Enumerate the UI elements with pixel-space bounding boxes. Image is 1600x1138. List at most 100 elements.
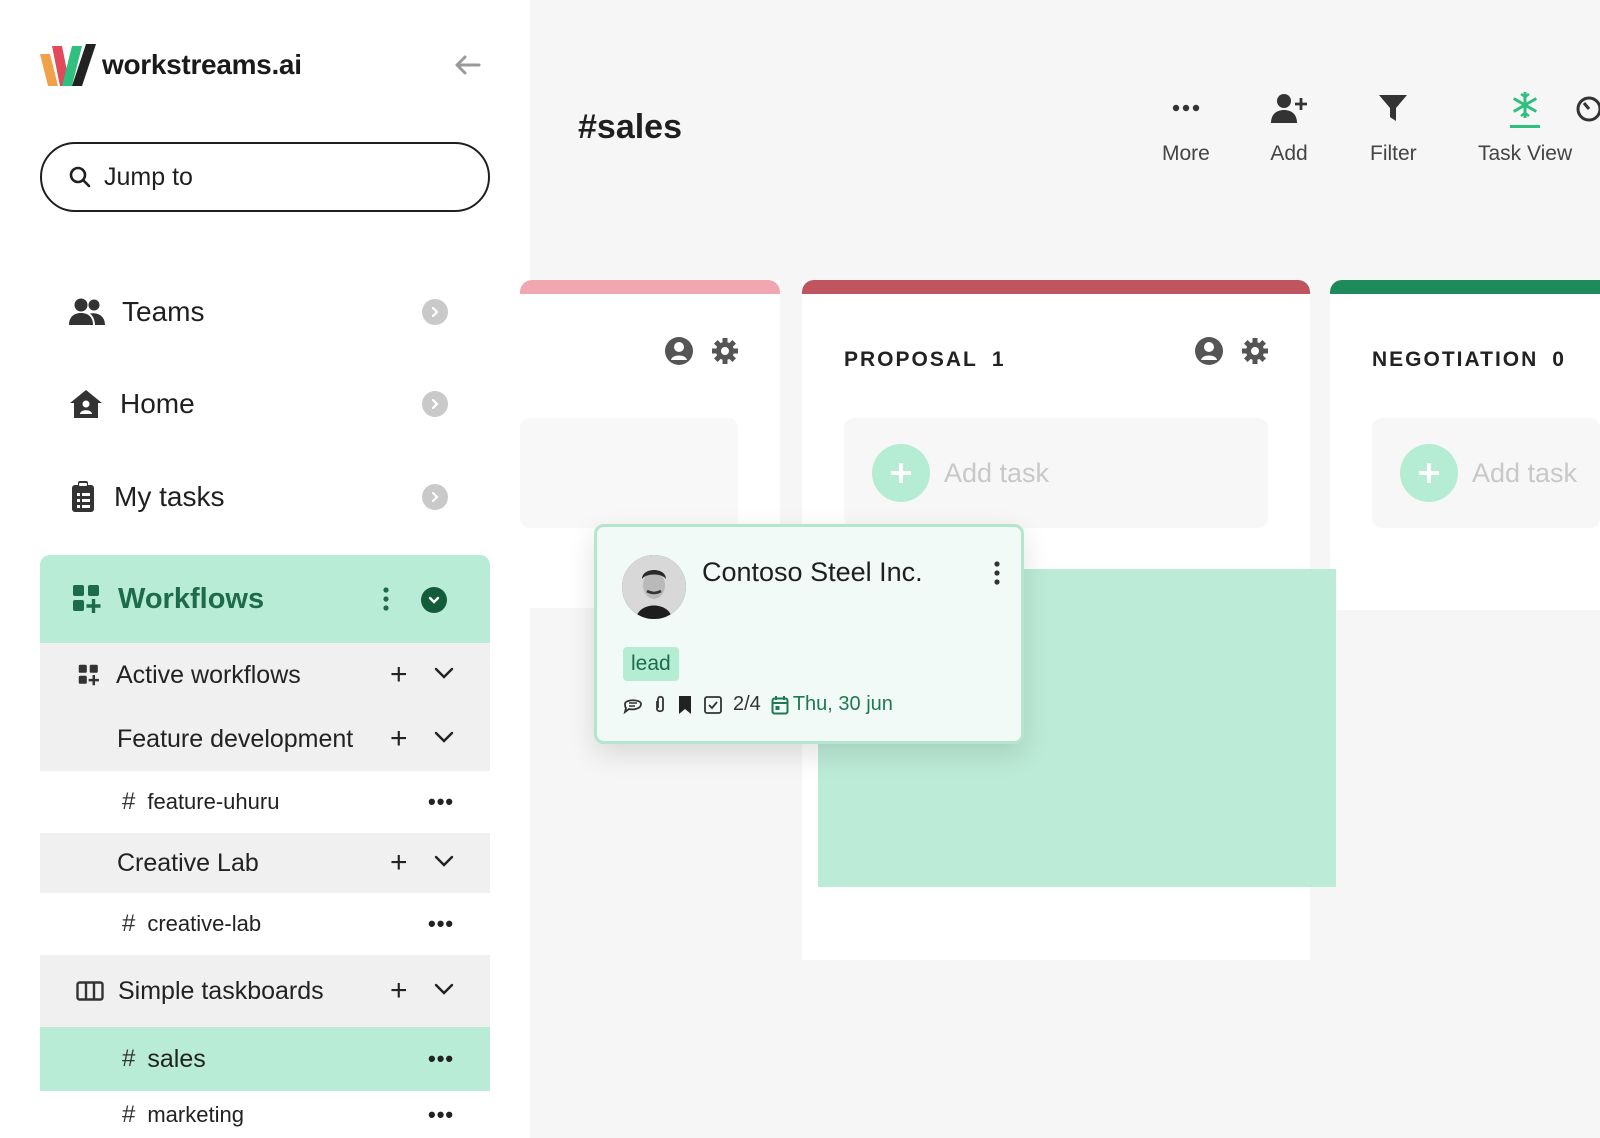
group-active-workflows[interactable]: Active workflows +: [40, 643, 490, 707]
page-title: #sales: [578, 108, 682, 146]
more-icon[interactable]: •••: [428, 789, 454, 815]
jump-to-placeholder: Jump to: [104, 162, 193, 191]
toolbar-filter-button[interactable]: Filter: [1370, 88, 1417, 166]
chevron-right-icon[interactable]: [422, 391, 448, 417]
nav-home-label: Home: [120, 388, 195, 419]
jump-to-search[interactable]: Jump to: [40, 142, 490, 212]
more-icon[interactable]: •••: [428, 1102, 454, 1128]
toolbar-more-button[interactable]: More: [1162, 88, 1210, 166]
workflows-grid-icon: [73, 585, 101, 613]
clipboard-icon: [72, 481, 94, 512]
add-icon[interactable]: +: [390, 722, 408, 756]
channel-marketing[interactable]: # marketing •••: [40, 1091, 490, 1138]
add-icon[interactable]: +: [390, 846, 408, 880]
checklist-progress: 2/4: [733, 693, 761, 715]
bookmark-icon: [679, 695, 691, 714]
nav-teams-label: Teams: [122, 296, 205, 327]
group-feature-development[interactable]: Feature development +: [40, 707, 490, 771]
people-icon: [69, 298, 105, 325]
nav-my-tasks-label: My tasks: [114, 481, 225, 512]
home-icon: [70, 390, 102, 418]
channel-feature-uhuru-label: feature-uhuru: [147, 789, 280, 814]
column-count: 1: [991, 348, 1006, 371]
hash-icon: #: [122, 788, 136, 815]
columns-board-icon: [76, 981, 104, 1001]
channel-creative-lab-label: creative-lab: [147, 911, 262, 936]
column-color-bar: [520, 280, 780, 294]
card-meta: 2/4 Thu, 30 jun: [623, 693, 893, 716]
group-creative-lab[interactable]: Creative Lab +: [40, 833, 490, 893]
brand-name: workstreams.ai: [102, 49, 302, 80]
chevron-down-icon[interactable]: [434, 854, 454, 872]
tag-badge[interactable]: lead: [623, 647, 679, 681]
chevron-down-icon[interactable]: [434, 730, 454, 748]
group-simple-taskboards[interactable]: Simple taskboards +: [40, 955, 490, 1027]
channel-marketing-label: marketing: [147, 1101, 244, 1127]
column-title-proposal: PROPOSAL 1: [844, 348, 1006, 372]
add-icon[interactable]: +: [390, 974, 408, 1008]
group-active-workflows-label: Active workflows: [116, 660, 301, 689]
nav-home[interactable]: Home: [40, 369, 490, 439]
more-icon[interactable]: •••: [428, 1046, 454, 1072]
more-icon[interactable]: •••: [428, 911, 454, 937]
channel-feature-uhuru[interactable]: # feature-uhuru •••: [40, 771, 490, 833]
column-color-bar: [1330, 280, 1600, 294]
assignee-icon[interactable]: [1194, 336, 1224, 366]
nav-teams[interactable]: Teams: [40, 277, 490, 347]
task-card[interactable]: Contoso Steel Inc. lead 2/4 Thu, 30 jun: [594, 524, 1024, 744]
toolbar-task-view-button[interactable]: Task View: [1478, 88, 1572, 166]
attachment-icon: [656, 695, 664, 712]
filter-icon: [1379, 95, 1408, 121]
card-title: Contoso Steel Inc.: [702, 557, 923, 587]
add-user-icon: [1271, 94, 1307, 123]
hash-icon: #: [122, 1100, 136, 1128]
chevron-down-icon[interactable]: [434, 666, 454, 684]
add-task-label: Add task: [1472, 457, 1578, 488]
snowflake-icon: [1513, 91, 1538, 118]
column-title-text: NEGOTIATION: [1372, 348, 1539, 371]
more-icon: [1172, 104, 1200, 112]
chevron-down-icon[interactable]: [434, 982, 454, 1000]
toolbar-add-label: Add: [1270, 142, 1308, 165]
add-task-button[interactable]: Add task: [1372, 418, 1600, 528]
add-task-button[interactable]: Add task: [844, 418, 1268, 528]
column-count: 0: [1552, 348, 1566, 371]
channel-sales[interactable]: # sales •••: [40, 1027, 490, 1091]
toolbar-timer-button[interactable]: [1574, 88, 1600, 128]
due-date-text: Thu, 30 jun: [792, 693, 893, 715]
toolbar-more-label: More: [1162, 142, 1210, 165]
collapse-sidebar-button[interactable]: [452, 50, 482, 80]
nav-workflows[interactable]: Workflows: [40, 555, 490, 643]
chevron-right-icon[interactable]: [422, 484, 448, 510]
avatar: [622, 555, 686, 619]
add-task-placeholder: [520, 418, 738, 528]
toolbar-filter-label: Filter: [1370, 142, 1417, 165]
workflows-grid-icon: [78, 664, 99, 686]
workflows-options-icon[interactable]: [378, 583, 394, 615]
plus-circle-icon: [872, 444, 930, 502]
toolbar-task-view-label: Task View: [1478, 142, 1573, 165]
assignee-icon[interactable]: [664, 336, 694, 366]
checkbox-icon: [704, 695, 722, 714]
timer-icon: [1576, 96, 1600, 122]
gear-icon[interactable]: [1240, 336, 1270, 366]
group-creative-lab-label: Creative Lab: [117, 848, 259, 877]
card-menu-icon[interactable]: [989, 557, 1005, 589]
add-task-label: Add task: [944, 457, 1050, 488]
arrow-left-icon: [455, 55, 481, 75]
add-icon[interactable]: +: [390, 658, 408, 692]
due-date[interactable]: Thu, 30 jun: [771, 693, 893, 716]
nav-workflows-label: Workflows: [118, 582, 265, 615]
plus-circle-icon: [1400, 444, 1458, 502]
comment-icon: [623, 698, 642, 714]
expanded-chevron-icon[interactable]: [421, 587, 447, 613]
chevron-right-icon[interactable]: [422, 299, 448, 325]
board-column-negotiation: NEGOTIATION 0 Add task: [1330, 280, 1600, 610]
brand-logo[interactable]: workstreams.ai: [40, 42, 302, 88]
toolbar-add-button[interactable]: Add: [1270, 88, 1308, 166]
gear-icon[interactable]: [710, 336, 740, 366]
channel-creative-lab[interactable]: # creative-lab •••: [40, 893, 490, 955]
workstreams-logo-icon: [40, 44, 96, 86]
nav-my-tasks[interactable]: My tasks: [40, 462, 490, 532]
column-title-text: PROPOSAL: [844, 348, 978, 371]
